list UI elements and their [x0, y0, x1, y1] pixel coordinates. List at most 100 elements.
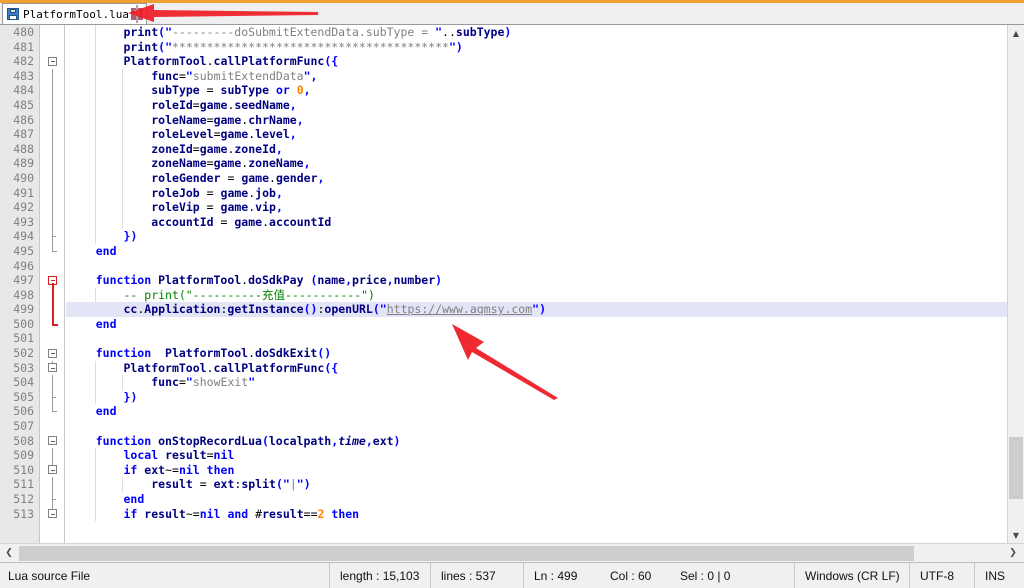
code-line[interactable]: 498 -- print("----------充值-----------") — [0, 288, 1007, 303]
code-line[interactable]: 511 result = ext:split("|") — [0, 477, 1007, 492]
code-line[interactable]: 499 cc.Application:getInstance():openURL… — [0, 302, 1007, 317]
fold-marker[interactable] — [41, 259, 65, 274]
fold-marker[interactable] — [41, 273, 65, 288]
code-line[interactable]: 510 if ext~=nil then — [0, 463, 1007, 478]
code-text[interactable]: print("---------doSubmitExtendData.subTy… — [68, 25, 511, 40]
fold-marker[interactable] — [41, 186, 65, 201]
fold-marker[interactable] — [41, 200, 65, 215]
fold-marker[interactable] — [41, 244, 65, 259]
code-line[interactable]: 492 roleVip = game.vip, — [0, 200, 1007, 215]
fold-marker[interactable] — [41, 69, 65, 84]
fold-marker[interactable] — [41, 288, 65, 303]
code-text[interactable]: roleJob = game.job, — [68, 186, 283, 201]
code-line[interactable]: 491 roleJob = game.job, — [0, 186, 1007, 201]
fold-marker[interactable] — [41, 492, 65, 507]
scroll-right-icon[interactable]: ❯ — [1005, 545, 1021, 561]
fold-marker[interactable] — [41, 127, 65, 142]
fold-marker[interactable] — [41, 463, 65, 478]
code-line[interactable]: 509 local result=nil — [0, 448, 1007, 463]
code-line[interactable]: 487 roleLevel=game.level, — [0, 127, 1007, 142]
code-line[interactable]: 505 }) — [0, 390, 1007, 405]
fold-marker[interactable] — [41, 83, 65, 98]
code-line[interactable]: 488 zoneId=game.zoneId, — [0, 142, 1007, 157]
fold-marker[interactable] — [41, 434, 65, 449]
code-line[interactable]: 496 — [0, 259, 1007, 274]
fold-marker[interactable] — [41, 40, 65, 55]
fold-marker[interactable] — [41, 419, 65, 434]
code-line[interactable]: 483 func="submitExtendData", — [0, 69, 1007, 84]
scroll-up-icon[interactable]: ▲ — [1008, 25, 1024, 41]
fold-marker[interactable] — [41, 215, 65, 230]
code-line[interactable]: 502 function PlatformTool.doSdkExit() — [0, 346, 1007, 361]
code-line[interactable]: 485 roleId=game.seedName, — [0, 98, 1007, 113]
fold-marker[interactable] — [41, 317, 65, 332]
code-text[interactable]: roleVip = game.vip, — [68, 200, 283, 215]
code-editor[interactable]: 480 print("---------doSubmitExtendData.s… — [0, 25, 1024, 543]
fold-marker[interactable] — [41, 98, 65, 113]
code-text[interactable]: func="showExit" — [68, 375, 255, 390]
code-text[interactable]: function onStopRecordLua(localpath,time,… — [68, 434, 400, 449]
code-line[interactable]: 495 end — [0, 244, 1007, 259]
code-text[interactable]: cc.Application:getInstance():openURL("ht… — [68, 302, 546, 317]
fold-marker[interactable] — [41, 507, 65, 522]
scroll-down-icon[interactable]: ▼ — [1008, 527, 1024, 543]
code-lines[interactable]: 480 print("---------doSubmitExtendData.s… — [0, 25, 1007, 529]
code-text[interactable]: roleName=game.chrName, — [68, 113, 304, 128]
fold-marker[interactable] — [41, 156, 65, 171]
code-line[interactable]: 482 PlatformTool.callPlatformFunc({ — [0, 54, 1007, 69]
code-text[interactable]: roleId=game.seedName, — [68, 98, 297, 113]
code-text[interactable]: end — [68, 492, 144, 507]
code-text[interactable]: if result~=nil and #result==2 then — [68, 507, 359, 522]
fold-marker[interactable] — [41, 25, 65, 40]
code-text[interactable]: }) — [68, 390, 137, 405]
code-text[interactable]: end — [68, 317, 117, 332]
code-line[interactable]: 480 print("---------doSubmitExtendData.s… — [0, 25, 1007, 40]
code-line[interactable]: 507 — [0, 419, 1007, 434]
vertical-scrollbar[interactable]: ▲ ▼ — [1007, 25, 1024, 543]
code-text[interactable]: roleLevel=game.level, — [68, 127, 297, 142]
code-text[interactable]: func="submitExtendData", — [68, 69, 317, 84]
code-line[interactable]: 501 — [0, 331, 1007, 346]
code-text[interactable]: end — [68, 244, 117, 259]
code-line[interactable]: 481 print("*****************************… — [0, 40, 1007, 55]
code-line[interactable]: 503 PlatformTool.callPlatformFunc({ — [0, 361, 1007, 376]
code-line[interactable]: 504 func="showExit" — [0, 375, 1007, 390]
code-line[interactable]: 513 if result~=nil and #result==2 then — [0, 507, 1007, 522]
code-line[interactable]: 490 roleGender = game.gender, — [0, 171, 1007, 186]
fold-marker[interactable] — [41, 390, 65, 405]
fold-marker[interactable] — [41, 448, 65, 463]
code-text[interactable]: accountId = game.accountId — [68, 215, 331, 230]
code-text[interactable]: subType = subType or 0, — [68, 83, 311, 98]
code-line[interactable]: 494 }) — [0, 229, 1007, 244]
fold-marker[interactable] — [41, 229, 65, 244]
code-line[interactable]: 497 function PlatformTool.doSdkPay (name… — [0, 273, 1007, 288]
fold-marker[interactable] — [41, 477, 65, 492]
fold-marker[interactable] — [41, 302, 65, 317]
fold-marker[interactable] — [41, 113, 65, 128]
code-line[interactable]: 493 accountId = game.accountId — [0, 215, 1007, 230]
code-text[interactable]: print("*********************************… — [68, 40, 463, 55]
fold-marker[interactable] — [41, 361, 65, 376]
fold-marker[interactable] — [41, 331, 65, 346]
code-text[interactable]: if ext~=nil then — [68, 463, 234, 478]
code-line[interactable]: 512 end — [0, 492, 1007, 507]
code-text[interactable]: result = ext:split("|") — [68, 477, 311, 492]
fold-marker[interactable] — [41, 54, 65, 69]
horizontal-scrollbar[interactable]: ❮ ❯ — [0, 543, 1024, 562]
code-line[interactable]: 500 end — [0, 317, 1007, 332]
fold-marker[interactable] — [41, 171, 65, 186]
fold-marker[interactable] — [41, 375, 65, 390]
code-text[interactable]: end — [68, 404, 117, 419]
fold-marker[interactable] — [41, 404, 65, 419]
code-line[interactable]: 484 subType = subType or 0, — [0, 83, 1007, 98]
code-text[interactable]: local result=nil — [68, 448, 234, 463]
code-line[interactable]: 506 end — [0, 404, 1007, 419]
code-text[interactable]: function PlatformTool.doSdkExit() — [68, 346, 331, 361]
code-text[interactable]: PlatformTool.callPlatformFunc({ — [68, 54, 338, 69]
code-text[interactable]: -- print("----------充值-----------") — [68, 288, 375, 303]
code-line[interactable]: 486 roleName=game.chrName, — [0, 113, 1007, 128]
code-text[interactable]: }) — [68, 229, 137, 244]
code-text[interactable]: roleGender = game.gender, — [68, 171, 324, 186]
code-text[interactable]: zoneId=game.zoneId, — [68, 142, 283, 157]
code-line[interactable]: 489 zoneName=game.zoneName, — [0, 156, 1007, 171]
